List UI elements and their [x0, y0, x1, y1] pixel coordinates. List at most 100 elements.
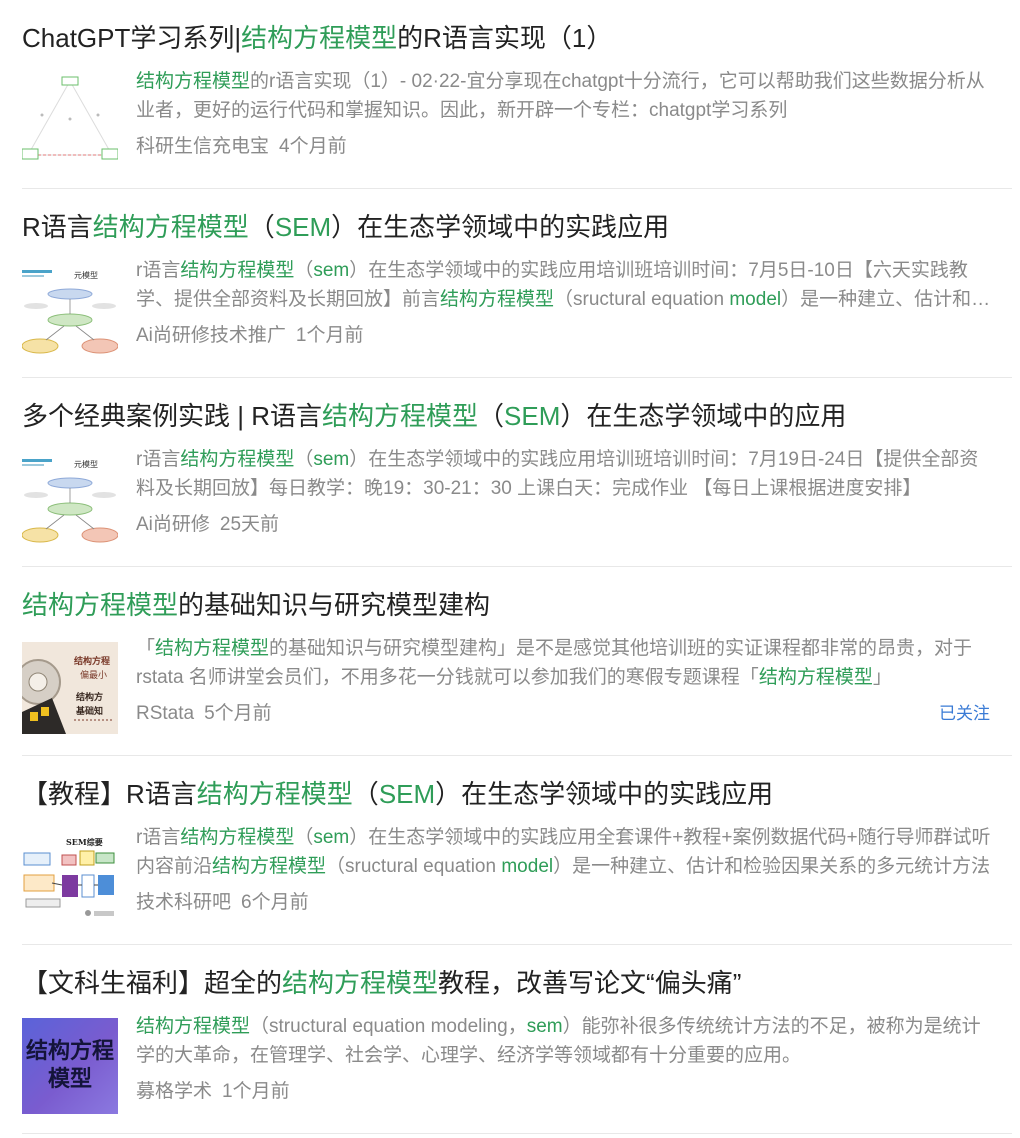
highlight-keyword: 结构方程模型	[196, 779, 353, 809]
highlight-keyword: 结构方程模型	[136, 71, 251, 92]
thumbnail-text-2: 偏最小	[80, 669, 107, 681]
text-segment: （sructural equation	[554, 289, 730, 310]
result-title[interactable]: 结构方程模型的基础知识与研究模型建构	[22, 587, 1002, 623]
highlight-keyword: SEM	[274, 212, 332, 242]
result-item: R语言结构方程模型（SEM）在生态学领域中的实践应用 元模型 r语言结构方程模型…	[22, 189, 1012, 378]
sem-ecology-diagram-thumbnail[interactable]: 元模型	[22, 264, 118, 356]
result-time: 5个月前	[204, 703, 272, 724]
result-source[interactable]: 募格学术	[136, 1081, 212, 1102]
highlight-keyword: SEM	[504, 401, 561, 431]
highlight-keyword: 结构方程模型	[758, 667, 873, 688]
highlight-keyword: model	[729, 289, 782, 310]
result-meta: 科研生信充电宝 4个月前	[136, 133, 347, 161]
highlight-keyword: 结构方程模型	[180, 827, 295, 848]
text-segment: R语言	[22, 212, 93, 242]
result-title[interactable]: ChatGPT学习系列|结构方程模型的R语言实现（1）	[22, 20, 1002, 56]
highlight-keyword: sem	[313, 449, 350, 470]
text-segment: （	[294, 827, 314, 848]
text-segment: （	[248, 212, 275, 242]
film-reel-thumbnail[interactable]: 结构方程 偏最小 结构方 基础知	[22, 642, 118, 734]
highlight-keyword: 结构方程模型	[136, 1016, 251, 1037]
text-segment: ）在生态学领域中的实践应用	[435, 779, 774, 809]
text-segment: ）在生态学领域中的实践应用	[331, 212, 670, 242]
result-title[interactable]: 【文科生福利】超全的结构方程模型教程，改善写论文“偏头痛”	[22, 965, 1002, 1001]
text-segment: （	[478, 401, 505, 431]
result-time: 1个月前	[295, 325, 364, 346]
highlight-keyword: model	[501, 856, 554, 877]
sem-overview-diagram-thumbnail[interactable]: SEM综要	[22, 831, 118, 923]
result-title[interactable]: R语言结构方程模型（SEM）在生态学领域中的实践应用	[22, 209, 1002, 245]
result-snippet: 结构方程模型（structural equation modeling，sem）…	[136, 1012, 992, 1070]
result-snippet: 「结构方程模型的基础知识与研究模型建构」是不是感觉其他培训班的实证课程都非常的昂…	[136, 634, 992, 692]
text-segment: r语言	[136, 827, 181, 848]
thumbnail-label: 元模型	[74, 270, 98, 280]
text-segment: 「	[136, 638, 156, 659]
text-segment: ChatGPT学习系列|	[22, 23, 242, 53]
highlight-keyword: sem	[526, 1016, 563, 1037]
followed-button[interactable]: 已关注	[939, 700, 990, 728]
highlight-keyword: 结构方程模型	[440, 289, 555, 310]
highlight-keyword: 结构方程模型	[321, 401, 478, 431]
result-snippet: 结构方程模型的r语言实现（1）- 02·22-宜分享现在chatgpt十分流行，…	[136, 67, 992, 125]
result-snippet: r语言结构方程模型（sem）在生态学领域中的实践应用培训班培训时间：7月19日-…	[136, 445, 992, 503]
thumbnail-text-2: 模型	[47, 1067, 92, 1092]
result-time: 25天前	[219, 514, 280, 535]
result-meta: Ai尚研修技术推广 1个月前	[136, 322, 363, 350]
highlight-keyword: 结构方程模型	[180, 260, 295, 281]
thumbnail-label: SEM综要	[66, 837, 103, 847]
result-source[interactable]: Ai尚研修	[136, 514, 210, 535]
highlight-keyword: sem	[313, 827, 350, 848]
text-segment: 的基础知识与研究模型建构	[178, 590, 491, 620]
text-segment: （structural equation modeling，	[250, 1016, 527, 1037]
sem-path-diagram-thumbnail[interactable]	[22, 75, 118, 167]
result-item: 多个经典案例实践 | R语言结构方程模型（SEM）在生态学领域中的应用 元模型 …	[22, 378, 1012, 567]
result-item: ChatGPT学习系列|结构方程模型的R语言实现（1） 结构方程模型的r语言实现…	[22, 0, 1012, 189]
highlight-keyword: 结构方程模型	[212, 856, 327, 877]
result-time: 1个月前	[222, 1081, 290, 1102]
thumbnail-text-1: 结构方程	[74, 655, 110, 667]
highlight-keyword: 结构方程模型	[241, 23, 398, 53]
text-segment: 教程，改善写论文“偏头痛”	[438, 968, 742, 998]
text-segment: 」	[872, 667, 892, 688]
result-title[interactable]: 多个经典案例实践 | R语言结构方程模型（SEM）在生态学领域中的应用	[22, 398, 1002, 434]
highlight-keyword: SEM	[378, 779, 436, 809]
text-segment: 【文科生福利】超全的	[22, 968, 283, 998]
result-meta: 技术科研吧 6个月前	[136, 889, 309, 917]
highlight-keyword: 结构方程模型	[180, 449, 295, 470]
result-item: 结构方程模型的基础知识与研究模型建构 结构方程 偏最小 结构方 基础知 「结构方…	[22, 567, 1012, 756]
highlight-keyword: 结构方程模型	[92, 212, 249, 242]
result-snippet: r语言结构方程模型（sem）在生态学领域中的实践应用全套课件+教程+案例数据代码…	[136, 823, 992, 881]
thumbnail-label: 元模型	[74, 459, 98, 469]
text-segment: 的r语言实现（1）- 02·22-宜分享现在chatgpt十分流行，它可以帮助我…	[136, 71, 985, 121]
thumbnail-text-1: 结构方程	[25, 1039, 114, 1064]
result-item: 【文科生福利】超全的结构方程模型教程，改善写论文“偏头痛” 结构方程 模型 结构…	[22, 945, 1012, 1134]
search-results-list: ChatGPT学习系列|结构方程模型的R语言实现（1） 结构方程模型的r语言实现…	[0, 0, 1020, 1138]
highlight-keyword: sem	[313, 260, 350, 281]
result-meta: RStata 5个月前	[136, 700, 272, 728]
purple-title-card-thumbnail[interactable]: 结构方程 模型	[22, 1018, 118, 1114]
text-segment: （	[352, 779, 379, 809]
result-meta: 募格学术 1个月前	[136, 1078, 290, 1106]
result-source[interactable]: 技术科研吧	[136, 892, 231, 913]
text-segment: （	[294, 449, 314, 470]
text-segment: 【教程】R语言	[22, 779, 197, 809]
result-time: 4个月前	[279, 136, 347, 157]
highlight-keyword: 结构方程模型	[22, 590, 179, 620]
result-item: 【教程】R语言结构方程模型（SEM）在生态学领域中的实践应用 SEM综要 r语言…	[22, 756, 1012, 945]
sem-ecology-diagram-thumbnail[interactable]: 元模型	[22, 453, 118, 545]
thumbnail-text-3: 结构方	[76, 691, 103, 703]
text-segment: r语言	[136, 449, 181, 470]
result-source[interactable]: 科研生信充电宝	[136, 136, 269, 157]
text-segment: （	[294, 260, 314, 281]
highlight-keyword: 结构方程模型	[155, 638, 270, 659]
text-segment: r语言	[136, 260, 181, 281]
result-source[interactable]: Ai尚研修技术推广	[136, 325, 286, 346]
text-segment: ）在生态学领域中的应用	[560, 401, 847, 431]
result-source[interactable]: RStata	[136, 703, 194, 724]
result-meta: Ai尚研修 25天前	[136, 511, 279, 539]
result-title[interactable]: 【教程】R语言结构方程模型（SEM）在生态学领域中的实践应用	[22, 776, 1002, 812]
text-segment: （sructural equation	[326, 856, 502, 877]
text-segment: 多个经典案例实践 | R语言	[22, 401, 322, 431]
text-segment: ）是一种建立、估计和检验因果关系的多元统计方法	[553, 856, 991, 877]
result-snippet: r语言结构方程模型（sem）在生态学领域中的实践应用培训班培训时间：7月5日-1…	[136, 256, 992, 314]
